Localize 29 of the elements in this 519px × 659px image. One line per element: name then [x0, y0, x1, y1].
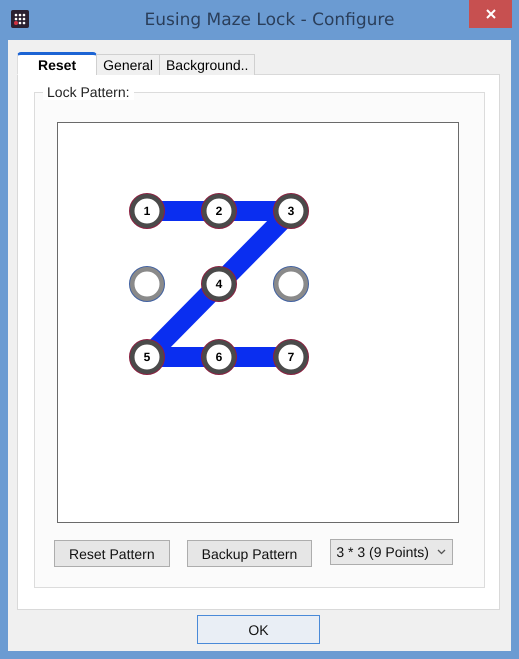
point-number: 2	[216, 204, 222, 218]
tab[interactable]: General	[96, 54, 160, 75]
tab[interactable]: Background..	[158, 54, 256, 75]
selected-point[interactable]	[201, 266, 237, 302]
point-number: 6	[216, 350, 222, 364]
close-button[interactable]	[469, 0, 512, 28]
close-icon	[484, 8, 496, 20]
app-icon	[11, 10, 29, 28]
pattern-point[interactable]	[273, 266, 309, 302]
pattern-button[interactable]: Backup Pattern	[186, 540, 312, 567]
selected-point[interactable]	[201, 339, 237, 375]
selected-point[interactable]	[201, 193, 237, 229]
tab[interactable]: Reset	[17, 52, 98, 75]
selected-point[interactable]	[129, 339, 165, 375]
grid-size-dropdown[interactable]: 3 * 3 (9 Points)	[330, 539, 453, 565]
point-number: 3	[288, 204, 294, 218]
point-number: 5	[144, 350, 150, 364]
group-title: Lock Pattern:	[43, 84, 134, 100]
point-number: 1	[144, 204, 150, 218]
selected-point[interactable]	[129, 193, 165, 229]
selected-point[interactable]	[273, 193, 309, 229]
window-title: Eusing Maze Lock - Configure	[144, 10, 395, 30]
pattern-button[interactable]: Reset Pattern	[54, 540, 170, 567]
ok-button[interactable]: OK	[197, 615, 320, 644]
pattern-point[interactable]	[129, 266, 165, 302]
point-number: 7	[288, 350, 294, 364]
chevron-down-icon	[436, 549, 446, 555]
point-number: 4	[216, 277, 222, 291]
selected-point[interactable]	[273, 339, 309, 375]
